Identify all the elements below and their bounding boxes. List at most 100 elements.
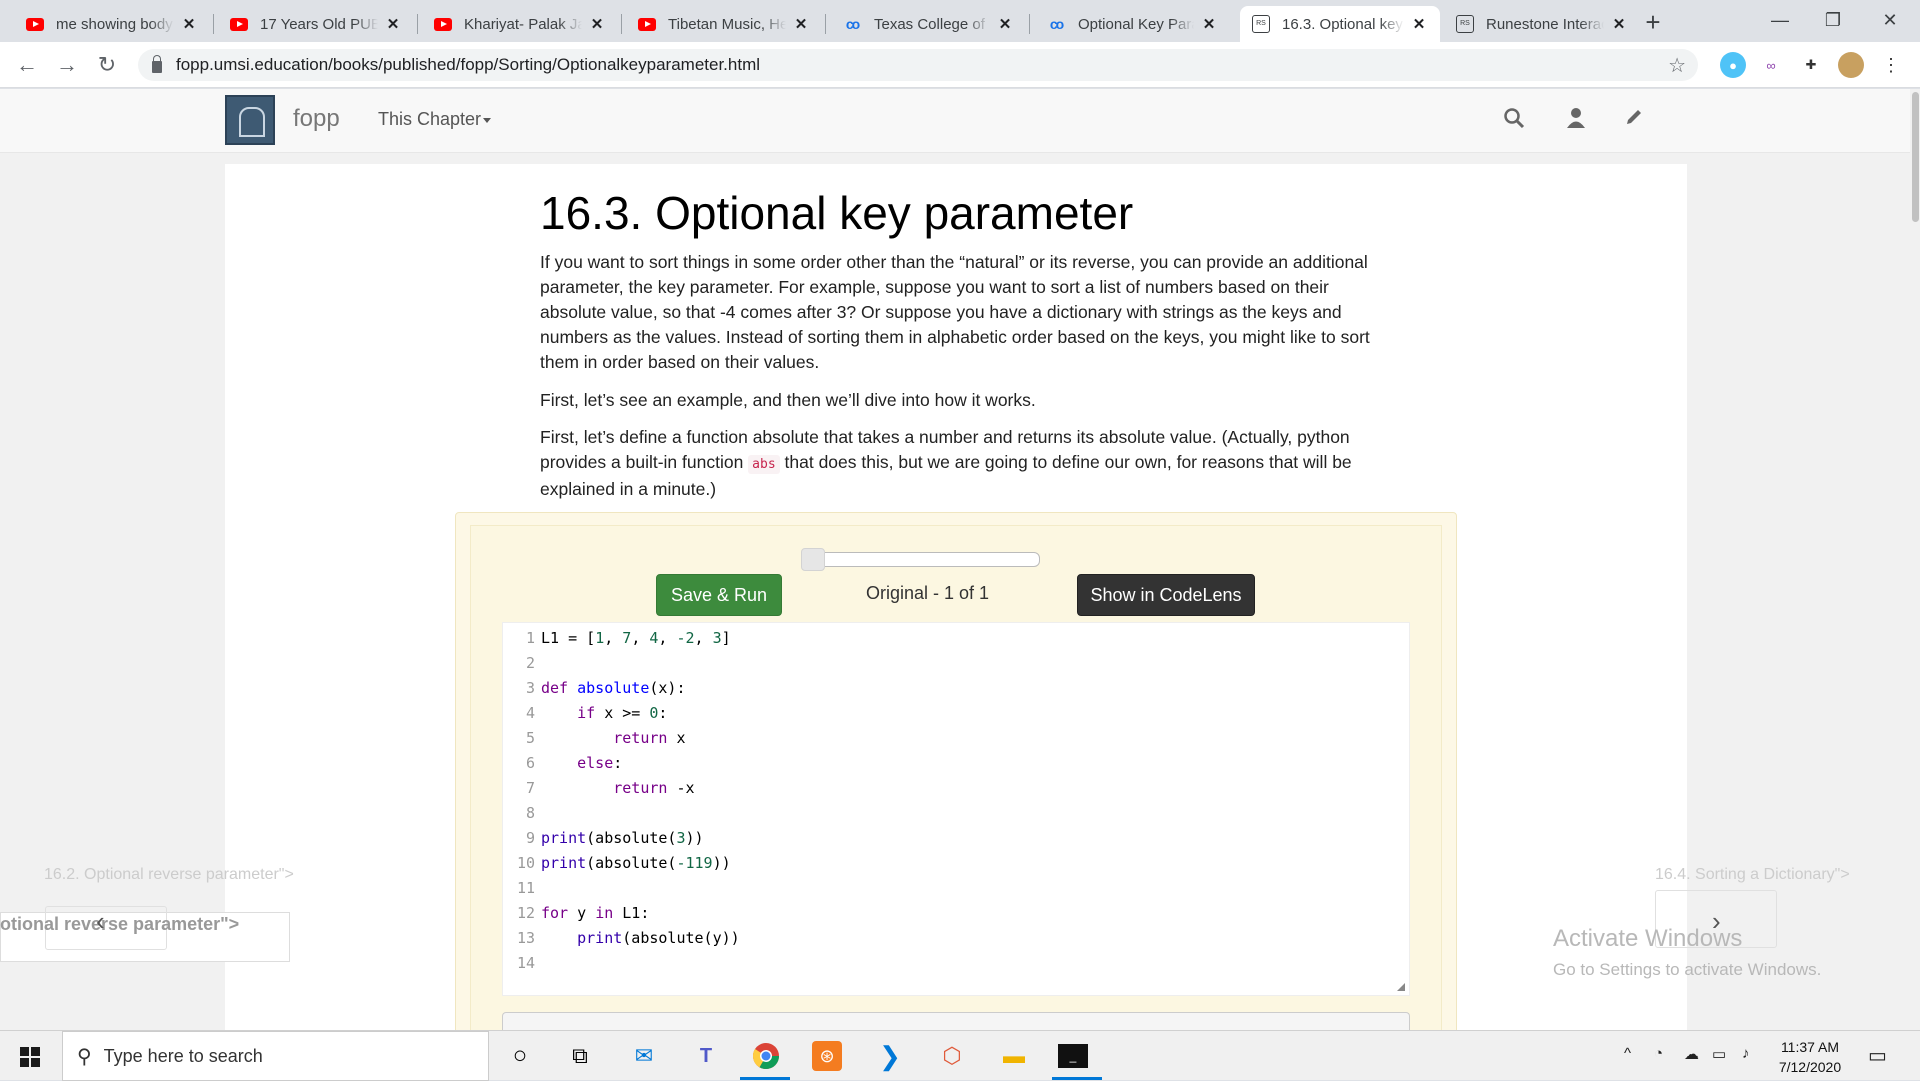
search-extension-icon[interactable]: ●: [1720, 52, 1746, 78]
app-icon[interactable]: ⬡: [934, 1039, 970, 1073]
close-tab-icon[interactable]: ✕: [1200, 15, 1218, 33]
this-chapter-label: This Chapter: [378, 109, 482, 129]
back-button[interactable]: ←: [12, 50, 42, 80]
chevron-left-icon[interactable]: ‹: [96, 906, 105, 937]
runestone-logo[interactable]: [225, 95, 275, 145]
youtube-icon: [26, 17, 44, 31]
close-tab-icon[interactable]: ✕: [588, 15, 606, 33]
runestone-icon: RS: [1252, 15, 1270, 33]
close-tab-icon[interactable]: ✕: [1610, 15, 1628, 33]
browser-toolbar: ← → ↻ fopp.umsi.education/books/publishe…: [0, 42, 1920, 88]
code-line[interactable]: 9 print(absolute(3)): [503, 826, 1403, 851]
tab-title: Khariyat- Palak Jain: [464, 15, 582, 33]
code-line[interactable]: 6 else:: [503, 751, 1403, 776]
code-line[interactable]: 12 for y in L1:: [503, 901, 1403, 926]
code-line[interactable]: 11: [503, 876, 1403, 901]
taskbar-search-placeholder: Type here to search: [103, 1045, 263, 1066]
restore-window-button[interactable]: ❐: [1803, 0, 1863, 40]
browser-tab[interactable]: Tibetan Music, Healing ✕: [626, 6, 822, 42]
code-line[interactable]: 1 L1 = [1, 7, 4, -2, 3]: [503, 626, 1403, 651]
teams-icon[interactable]: T: [688, 1039, 724, 1073]
code-line[interactable]: 5 return x: [503, 726, 1403, 751]
forward-button[interactable]: →: [52, 50, 82, 80]
save-run-button[interactable]: Save & Run: [656, 574, 782, 616]
this-chapter-menu[interactable]: This Chapter: [378, 109, 492, 130]
brand-link[interactable]: fopp: [293, 105, 340, 133]
browser-tab[interactable]: me showing body ✕: [14, 6, 210, 42]
bookmark-star-icon[interactable]: ☆: [1668, 53, 1686, 78]
line-number: 5: [525, 729, 535, 747]
wifi-icon[interactable]: ◔: [1654, 1045, 1663, 1062]
new-tab-button[interactable]: +: [1638, 8, 1668, 38]
address-bar[interactable]: fopp.umsi.education/books/published/fopp…: [138, 49, 1698, 81]
onedrive-icon[interactable]: ☁: [1684, 1045, 1699, 1063]
code-line[interactable]: 4 if x >= 0:: [503, 701, 1403, 726]
browser-tab[interactable]: co Texas College of Ma ✕: [830, 6, 1026, 42]
chrome-icon[interactable]: [748, 1039, 784, 1073]
pencil-icon[interactable]: [1624, 107, 1644, 133]
url-text: fopp.umsi.education/books/published/fopp…: [176, 55, 761, 74]
show-codelens-button[interactable]: Show in CodeLens: [1077, 574, 1255, 616]
version-label: Original - 1 of 1: [866, 583, 990, 603]
tab-separator: [213, 14, 214, 34]
system-clock[interactable]: 11:37 AM 7/12/2020: [1770, 1037, 1850, 1077]
code-line[interactable]: 8: [503, 801, 1403, 826]
line-number: 13: [516, 929, 535, 947]
browser-tab[interactable]: 17 Years Old PUBG ✕: [218, 6, 414, 42]
volume-icon[interactable]: ♪: [1742, 1045, 1750, 1062]
windows-start-icon[interactable]: [20, 1047, 40, 1067]
notifications-icon[interactable]: ▭: [1868, 1043, 1887, 1068]
mail-icon[interactable]: ✉: [626, 1039, 662, 1073]
xampp-icon[interactable]: ⊛: [812, 1041, 842, 1071]
close-tab-icon[interactable]: ✕: [792, 15, 810, 33]
tab-title: Runestone Interacti: [1486, 15, 1604, 33]
cortana-icon[interactable]: ○: [502, 1039, 538, 1073]
close-tab-icon[interactable]: ✕: [180, 15, 198, 33]
extension-icon[interactable]: ∞: [1758, 52, 1784, 78]
file-explorer-icon[interactable]: ▬: [996, 1039, 1032, 1073]
clock-time: 11:37 AM: [1780, 1039, 1840, 1055]
puzzle-extensions-icon[interactable]: ✚: [1798, 52, 1824, 78]
tab-separator: [1029, 14, 1030, 34]
prev-page-text: otional reverse parameter">: [0, 914, 240, 934]
activate-windows-subtitle: Go to Settings to activate Windows.: [1553, 960, 1822, 979]
tray-chevron-icon[interactable]: ^: [1624, 1045, 1631, 1062]
minimize-window-button[interactable]: —: [1750, 0, 1810, 40]
reload-button[interactable]: ↻: [92, 50, 122, 80]
code-line[interactable]: 13 print(absolute(y)): [503, 926, 1403, 951]
code-line[interactable]: 7 return -x: [503, 776, 1403, 801]
battery-icon[interactable]: ▭: [1712, 1045, 1726, 1063]
search-icon[interactable]: [1503, 107, 1525, 135]
history-slider-track[interactable]: [803, 552, 1040, 567]
browser-tab[interactable]: Khariyat- Palak Jain ✕: [422, 6, 618, 42]
taskbar-search-box[interactable]: ⚲ Type here to search: [62, 1031, 489, 1081]
code-editor[interactable]: 1 L1 = [1, 7, 4, -2, 3] 2 3 def absolute(x…: [502, 622, 1410, 996]
scrollbar-thumb[interactable]: [1912, 92, 1919, 222]
code-line[interactable]: 10 print(absolute(-119)): [503, 851, 1403, 876]
task-view-icon[interactable]: ⧉: [562, 1039, 598, 1073]
history-slider-handle[interactable]: [801, 548, 825, 571]
code-line[interactable]: 3 def absolute(x):: [503, 676, 1403, 701]
coursera-icon: co: [1049, 16, 1064, 32]
browser-tab[interactable]: co Optional Key Param ✕: [1034, 6, 1230, 42]
code-line[interactable]: 2: [503, 651, 1403, 676]
close-window-button[interactable]: ✕: [1860, 0, 1920, 40]
close-tab-icon[interactable]: ✕: [1410, 15, 1428, 33]
absolute-paragraph: First, let’s define a function absolute …: [540, 425, 1370, 502]
browser-tab[interactable]: RS Runestone Interacti ✕: [1444, 6, 1640, 42]
close-tab-icon[interactable]: ✕: [384, 15, 402, 33]
code-line[interactable]: 14: [503, 951, 1403, 976]
close-tab-icon[interactable]: ✕: [996, 15, 1014, 33]
youtube-icon: [434, 17, 452, 31]
clock-date: 7/12/2020: [1778, 1059, 1842, 1075]
vscode-icon[interactable]: ❯: [872, 1039, 908, 1073]
user-icon[interactable]: [1566, 107, 1586, 135]
page-scrollbar[interactable]: [1910, 89, 1920, 1030]
tab-title: me showing body: [56, 15, 173, 33]
intro-paragraph: If you want to sort things in some order…: [540, 252, 1370, 372]
browser-tab-active[interactable]: RS 16.3. Optional key ✕: [1240, 6, 1440, 42]
terminal-icon[interactable]: _: [1058, 1044, 1088, 1068]
chrome-menu-icon[interactable]: ⋮: [1878, 52, 1904, 78]
profile-avatar[interactable]: [1838, 52, 1864, 78]
editor-resize-handle[interactable]: [1397, 983, 1405, 991]
